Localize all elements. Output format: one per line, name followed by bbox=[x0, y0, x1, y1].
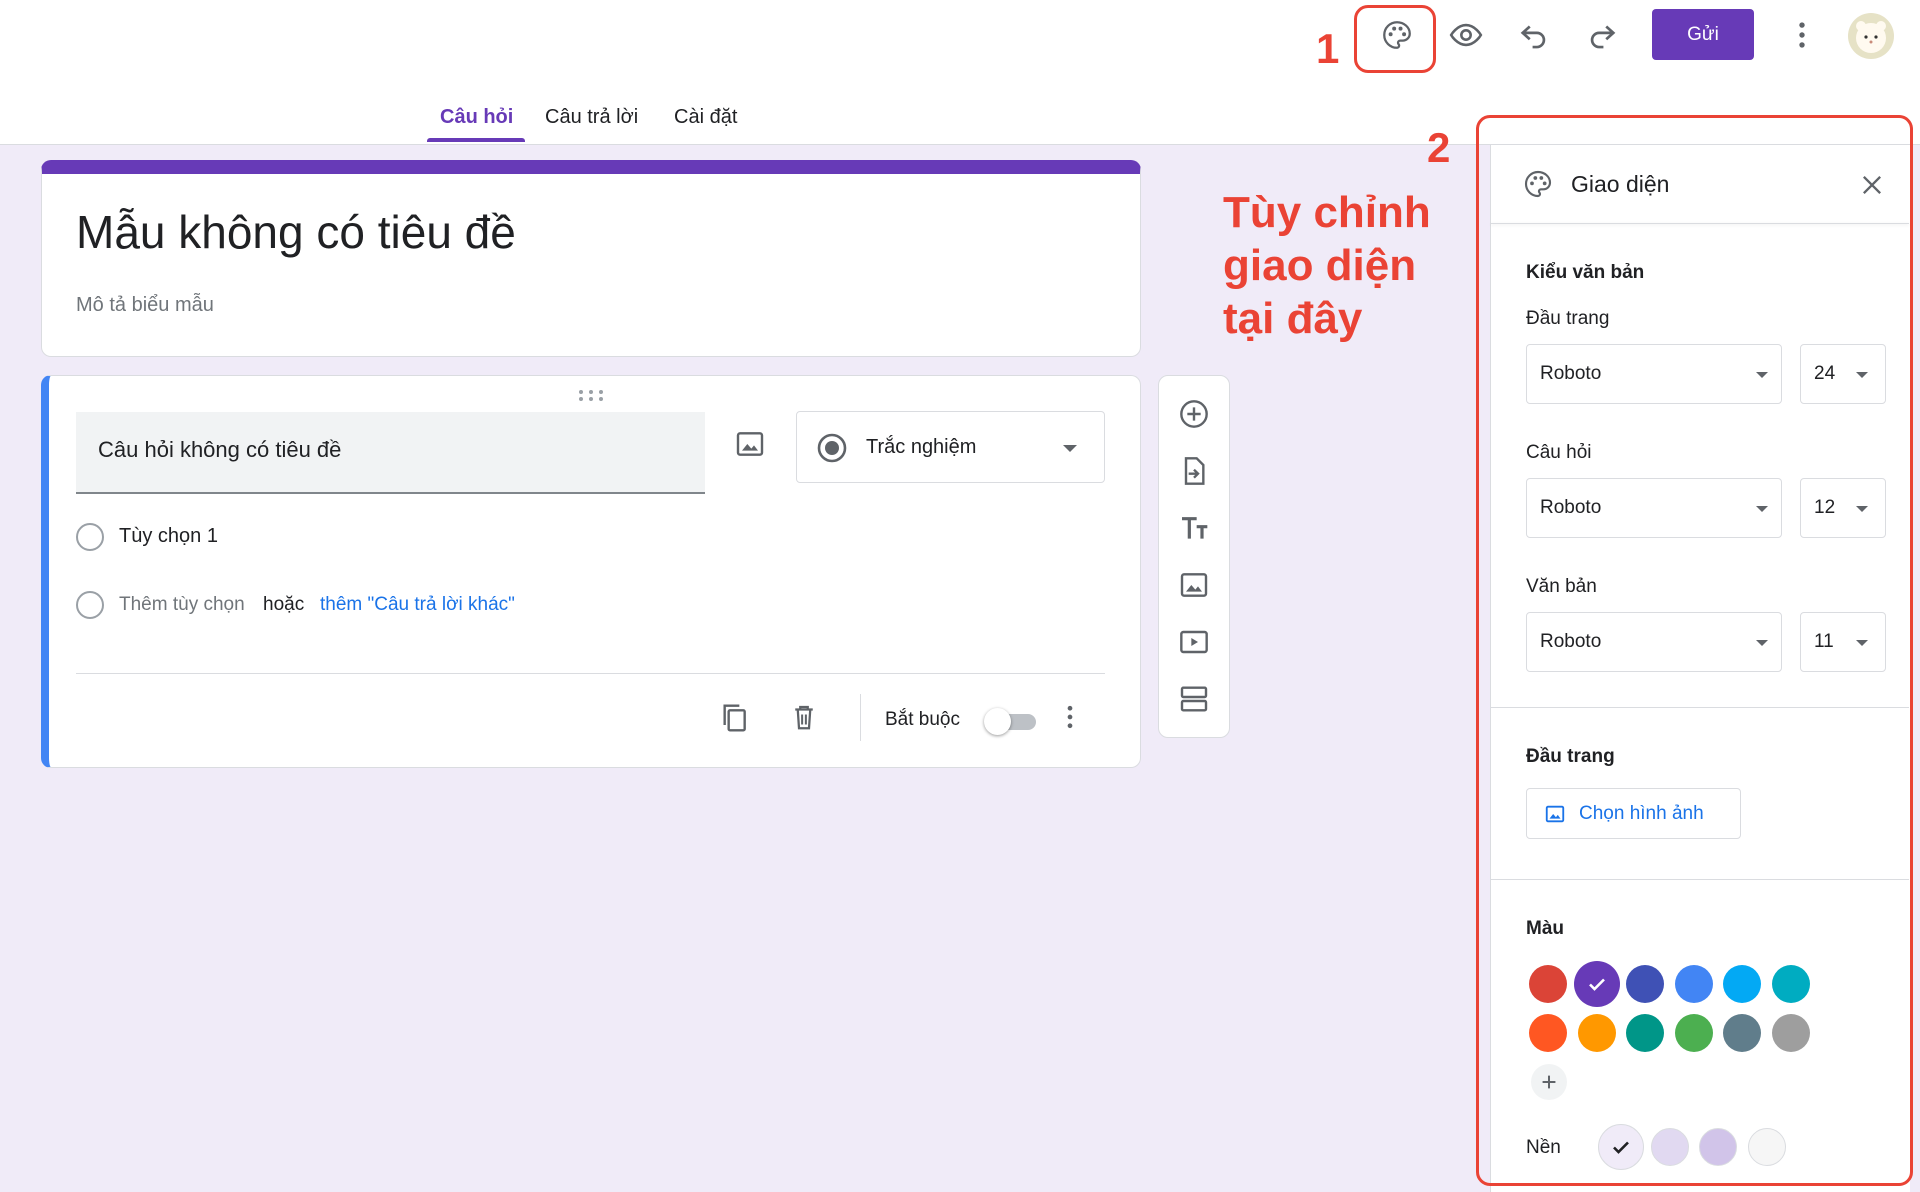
undo-icon[interactable] bbox=[1508, 9, 1560, 61]
question-font-select[interactable]: Roboto bbox=[1526, 478, 1782, 538]
callout-box-palette bbox=[1354, 5, 1436, 73]
callout-number-1: 1 bbox=[1316, 25, 1340, 72]
chevron-down-icon bbox=[1756, 506, 1768, 512]
chevron-down-icon bbox=[1756, 372, 1768, 378]
color-swatch[interactable] bbox=[1626, 965, 1665, 1003]
callout-text: Tùy chỉnh giao diện tại đây bbox=[1223, 186, 1431, 345]
background-swatch[interactable] bbox=[1699, 1128, 1737, 1166]
add-other-link[interactable]: thêm "Câu trả lời khác" bbox=[320, 594, 515, 616]
chevron-down-icon bbox=[1063, 445, 1077, 452]
add-title-icon[interactable] bbox=[1174, 508, 1214, 548]
color-swatch[interactable] bbox=[1529, 965, 1567, 1003]
required-label: Bắt buộc bbox=[885, 709, 960, 730]
text-font-select[interactable]: Roboto bbox=[1526, 612, 1782, 672]
close-icon[interactable] bbox=[1852, 165, 1892, 205]
tab-questions[interactable]: Câu hỏi bbox=[440, 106, 513, 129]
avatar[interactable] bbox=[1848, 13, 1894, 59]
background-label: Nền bbox=[1526, 1137, 1561, 1158]
tab-settings[interactable]: Cài đặt bbox=[674, 106, 737, 129]
option-radio bbox=[76, 523, 104, 551]
background-swatch[interactable] bbox=[1598, 1124, 1644, 1170]
color-swatch[interactable] bbox=[1626, 1014, 1665, 1052]
background-swatch[interactable] bbox=[1747, 1128, 1786, 1166]
color-swatch[interactable] bbox=[1772, 1014, 1810, 1052]
header-label: Đầu trang bbox=[1526, 308, 1610, 329]
question-style-label: Câu hỏi bbox=[1526, 442, 1592, 463]
text-style-heading: Kiểu văn bản bbox=[1526, 262, 1645, 283]
panel-divider bbox=[1491, 879, 1909, 880]
option-1-label[interactable]: Tùy chọn 1 bbox=[119, 525, 218, 548]
color-swatch[interactable] bbox=[1573, 961, 1620, 1007]
image-icon bbox=[1545, 805, 1565, 823]
or-text: hoặc bbox=[263, 594, 305, 615]
radio-checked-icon bbox=[817, 433, 847, 463]
question-type-label: Trắc nghiệm bbox=[866, 436, 977, 458]
add-image-icon[interactable] bbox=[1174, 565, 1214, 605]
tab-responses[interactable]: Câu trả lời bbox=[545, 106, 638, 129]
header-size-select[interactable]: 24 bbox=[1800, 344, 1886, 404]
panel-title: Giao diện bbox=[1571, 171, 1670, 197]
form-description[interactable]: Mô tả biểu mẫu bbox=[76, 294, 214, 317]
header-section-heading: Đầu trang bbox=[1526, 746, 1615, 767]
add-video-icon[interactable] bbox=[1174, 622, 1214, 662]
add-question-icon[interactable] bbox=[1174, 394, 1214, 434]
callout-line-2: giao diện bbox=[1223, 241, 1417, 290]
color-swatch[interactable] bbox=[1577, 1014, 1616, 1052]
header-font-select[interactable]: Roboto bbox=[1526, 344, 1782, 404]
callout-line-1: Tùy chỉnh bbox=[1223, 188, 1431, 237]
text-size-select[interactable]: 11 bbox=[1800, 612, 1886, 672]
send-button[interactable]: Gửi bbox=[1652, 9, 1754, 60]
form-title[interactable]: Mẫu không có tiêu đề bbox=[76, 205, 516, 259]
add-option-link[interactable]: Thêm tùy chọn bbox=[119, 594, 245, 616]
callout-number-2: 2 bbox=[1427, 124, 1451, 171]
callout-line-3: tại đây bbox=[1223, 294, 1363, 343]
color-swatch[interactable] bbox=[1674, 1014, 1713, 1052]
panel-header-divider bbox=[1491, 223, 1909, 224]
question-footer-divider bbox=[76, 673, 1105, 674]
eye-icon[interactable] bbox=[1440, 9, 1492, 61]
chevron-down-icon bbox=[1856, 640, 1868, 646]
redo-icon[interactable] bbox=[1576, 9, 1628, 61]
tab-active-indicator bbox=[427, 138, 525, 142]
chevron-down-icon bbox=[1856, 372, 1868, 378]
add-option-radio bbox=[76, 591, 104, 619]
choose-image-button[interactable]: Chọn hình ảnh bbox=[1526, 788, 1741, 839]
question-title: Câu hỏi không có tiêu đề bbox=[98, 437, 342, 462]
chevron-down-icon bbox=[1756, 640, 1768, 646]
background-swatch[interactable] bbox=[1650, 1128, 1689, 1166]
color-swatch[interactable] bbox=[1674, 965, 1713, 1003]
panel-palette-icon bbox=[1522, 168, 1554, 200]
color-swatch[interactable] bbox=[1772, 965, 1810, 1003]
text-style-label: Văn bản bbox=[1526, 576, 1597, 597]
trash-icon[interactable] bbox=[784, 697, 824, 737]
copy-icon[interactable] bbox=[714, 697, 754, 737]
color-heading: Màu bbox=[1526, 918, 1564, 939]
question-size-select[interactable]: 12 bbox=[1800, 478, 1886, 538]
question-type-select[interactable]: Trắc nghiệm bbox=[796, 411, 1105, 483]
question-more-icon[interactable] bbox=[1054, 697, 1086, 737]
panel-divider bbox=[1491, 707, 1909, 708]
add-section-icon[interactable] bbox=[1174, 679, 1214, 719]
more-vert-icon[interactable] bbox=[1776, 9, 1828, 61]
add-color-icon[interactable] bbox=[1531, 1064, 1567, 1100]
drag-handle-icon[interactable] bbox=[578, 388, 604, 401]
color-swatch[interactable] bbox=[1529, 1014, 1567, 1052]
import-questions-icon[interactable] bbox=[1174, 451, 1214, 491]
required-toggle[interactable] bbox=[984, 707, 1038, 735]
chevron-down-icon bbox=[1856, 506, 1868, 512]
image-icon[interactable] bbox=[730, 424, 770, 464]
footer-separator bbox=[860, 694, 861, 741]
